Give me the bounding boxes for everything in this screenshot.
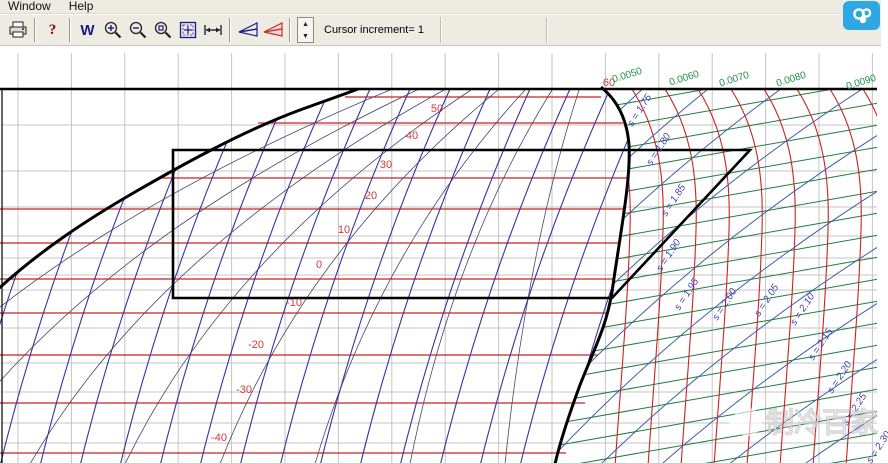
w-icon: W (80, 22, 94, 39)
menu-bar: Window Help (0, 0, 888, 14)
temperature-label: 50 (431, 103, 443, 115)
toolbar: ? W (0, 15, 888, 46)
toolbar-separator (440, 17, 442, 43)
zoom-in-button[interactable] (100, 18, 125, 43)
temperature-label: -40 (211, 432, 227, 444)
specific-volume-label: 0.0080 (775, 70, 808, 90)
measure-width-button[interactable] (200, 18, 225, 43)
help-button[interactable]: ? (40, 18, 65, 43)
watermark: ❄制冷百家 (726, 406, 878, 438)
watermark-text: 制冷百家 (766, 406, 878, 438)
blue-marker-button[interactable] (235, 18, 260, 43)
print-button[interactable] (5, 18, 30, 43)
quality-lines (0, 90, 579, 464)
ph-diagram-canvas[interactable]: 6050403020100-10-20-30-40s = 1.75s = 1.8… (0, 0, 888, 464)
entropy-label: s = 1.95 (673, 276, 702, 312)
zoom-out-icon (128, 20, 148, 40)
right-edge-strip (881, 0, 888, 52)
question-icon: ? (49, 22, 57, 39)
temperature-label: -30 (236, 384, 252, 396)
cursor-increment-label: Cursor increment= 1 (314, 24, 436, 36)
red-marker-button[interactable] (260, 18, 285, 43)
zoom-window-icon (153, 20, 173, 40)
app-badge[interactable] (843, 1, 880, 30)
zoom-out-button[interactable] (125, 18, 150, 43)
toolbar-separator (229, 18, 231, 42)
cursor-increment-stepper[interactable]: ▲ ▼ (297, 17, 314, 43)
menu-item-help[interactable]: Help (67, 0, 96, 13)
entropy-label: s = 1.85 (660, 182, 689, 218)
fit-window-icon (178, 20, 198, 40)
zoom-window-button[interactable] (150, 18, 175, 43)
toolbar-separator (34, 18, 36, 42)
specific-volume-label: 0.0070 (718, 70, 751, 90)
wordpad-button[interactable]: W (75, 18, 100, 43)
blue-marker-icon (237, 19, 259, 41)
temperature-label: -10 (286, 297, 302, 309)
horizontal-measure-icon (203, 20, 223, 40)
specific-volume-label: 0.0050 (611, 66, 644, 86)
toolbar-separator (289, 18, 291, 42)
temperature-label: 0 (316, 259, 322, 271)
temperature-label: 20 (365, 190, 377, 202)
printer-icon (8, 21, 28, 39)
zoom-in-icon (103, 20, 123, 40)
toolbar-separator (69, 18, 71, 42)
red-marker-icon (262, 19, 284, 41)
specific-volume-label: 0.0060 (668, 69, 701, 89)
temperature-label: -20 (248, 339, 264, 351)
cloud-app-icon (849, 5, 875, 27)
temperature-label: 40 (406, 130, 418, 142)
menu-item-window[interactable]: Window (6, 0, 53, 13)
temperature-label: 10 (338, 224, 350, 236)
toolbar-separator (546, 17, 548, 43)
fit-window-button[interactable] (175, 18, 200, 43)
stepper-up-icon[interactable]: ▲ (298, 18, 313, 30)
stepper-down-icon[interactable]: ▼ (298, 30, 313, 42)
temperature-label: 30 (380, 159, 392, 171)
